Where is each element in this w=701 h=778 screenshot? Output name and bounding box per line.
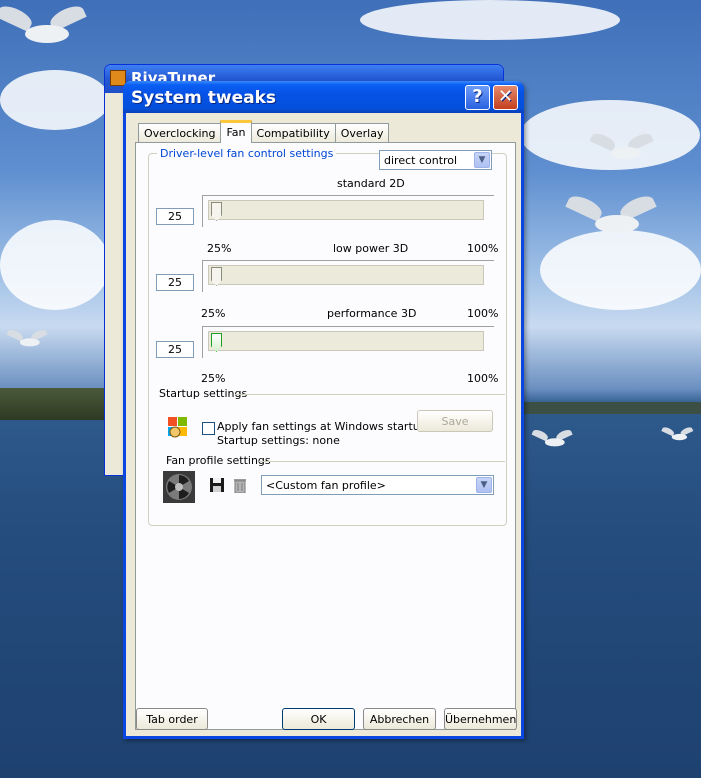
titlebar[interactable]: System tweaks ? ✕ [123, 81, 524, 113]
seagull [6, 328, 48, 351]
seagull [531, 428, 573, 451]
close-button[interactable]: ✕ [493, 85, 518, 110]
slider-track [208, 331, 484, 351]
slider-label-performance-3d: performance 3D [327, 307, 417, 320]
tab-fan[interactable]: Fan [220, 120, 252, 143]
apply-button[interactable]: Übernehmen [444, 708, 517, 730]
apply-at-startup-label[interactable]: Apply fan settings at Windows startup [217, 420, 427, 433]
fan-profile-value: <Custom fan profile> [266, 479, 386, 492]
cloud [0, 220, 110, 310]
standard-2d-max-label: 100% [467, 242, 499, 255]
dialog-client: Overclocking Fan Compatibility Overlay D… [130, 113, 517, 733]
windows-startup-icon [165, 414, 191, 440]
low-power-3d-min-label: 25% [201, 307, 226, 320]
standard-2d-min-label: 25% [207, 242, 232, 255]
help-icon: ? [472, 86, 483, 107]
apply-at-startup-checkbox[interactable] [202, 422, 215, 435]
slider-track [208, 265, 484, 285]
performance-3d-min-label: 25% [201, 372, 226, 385]
window-title: System tweaks [131, 88, 276, 108]
standard-2d-slider[interactable] [202, 195, 494, 227]
performance-3d-slider[interactable] [202, 326, 494, 358]
seagull [565, 192, 659, 243]
low-power-3d-max-label: 100% [467, 307, 499, 320]
tab-overlay[interactable]: Overlay [334, 123, 390, 143]
low-power-3d-slider[interactable] [202, 260, 494, 292]
fan-mode-select[interactable]: direct control ▼ [379, 150, 492, 170]
seagull [0, 2, 89, 53]
shoreline [522, 402, 701, 414]
tab-strip: Overclocking Fan Compatibility Overlay [138, 120, 390, 143]
low-power-3d-value-field[interactable]: 25 [156, 274, 194, 291]
seagull [661, 425, 694, 443]
fan-icon [163, 471, 195, 503]
performance-3d-value-field[interactable]: 25 [156, 341, 194, 358]
fan-tab-panel: Driver-level fan control settings direct… [135, 142, 516, 730]
fan-profile-select[interactable]: <Custom fan profile> ▼ [261, 475, 494, 495]
close-icon: ✕ [497, 86, 514, 107]
tab-order-button[interactable]: Tab order [136, 708, 208, 730]
chevron-down-icon[interactable]: ▼ [476, 477, 492, 493]
cloud [360, 0, 620, 40]
slider-label-low-power-3d: low power 3D [333, 242, 409, 255]
divider [259, 461, 505, 462]
cloud [0, 70, 110, 130]
fan-profile-settings-label: Fan profile settings [166, 454, 271, 467]
help-button[interactable]: ? [465, 85, 490, 110]
cancel-button[interactable]: Abbrechen [363, 708, 436, 730]
startup-status-text: Startup settings: none [217, 434, 340, 447]
fan-mode-value: direct control [384, 154, 458, 167]
system-tweaks-window: System tweaks ? ✕ Overclocking Fan Compa… [123, 81, 524, 739]
standard-2d-value-field[interactable]: 25 [156, 208, 194, 225]
ok-button[interactable]: OK [282, 708, 355, 730]
fan-settings-group: Driver-level fan control settings direct… [148, 147, 507, 526]
seagull [589, 130, 655, 167]
save-profile-icon[interactable] [209, 477, 225, 493]
tab-compatibility[interactable]: Compatibility [250, 123, 336, 143]
startup-settings-label: Startup settings [159, 387, 248, 400]
fan-control-group-label: Driver-level fan control settings [157, 147, 337, 160]
chevron-down-icon[interactable]: ▼ [474, 152, 490, 168]
performance-3d-max-label: 100% [467, 372, 499, 385]
tab-overclocking[interactable]: Overclocking [138, 123, 222, 143]
slider-label-standard-2d: standard 2D [337, 177, 405, 190]
divider [235, 394, 505, 395]
slider-track [208, 200, 484, 220]
trash-icon[interactable] [233, 477, 247, 494]
save-button[interactable]: Save [417, 410, 493, 432]
